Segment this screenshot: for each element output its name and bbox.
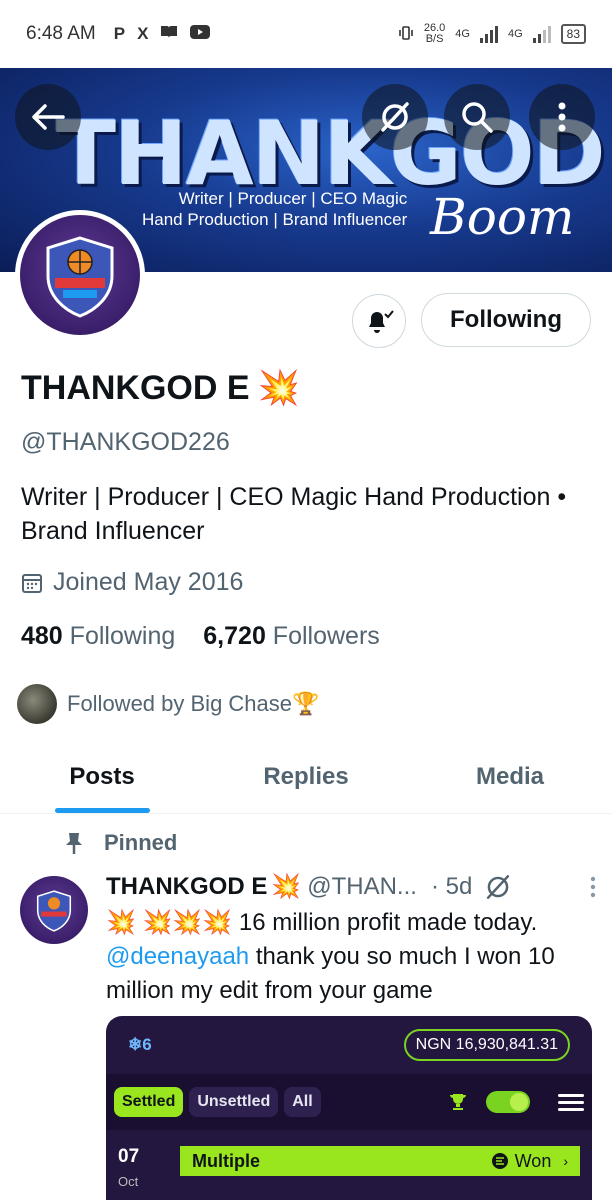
follow-stats: 480 Following 6,720 Followers xyxy=(21,622,380,651)
balance-pill: NGN 16,930,841.31 xyxy=(403,1029,570,1061)
basketball-logo-icon xyxy=(36,890,72,932)
status-app-icons: P X xyxy=(114,24,211,44)
youtube-icon xyxy=(190,24,211,44)
banner-script-text: Boom xyxy=(430,188,575,246)
collision-emoji: 💥 xyxy=(257,369,300,407)
signal-icon xyxy=(479,25,498,43)
bell-check-icon xyxy=(369,310,394,333)
signal-icon-2 xyxy=(532,25,551,43)
followers-count-link[interactable]: 6,720 Followers xyxy=(203,622,380,651)
search-button[interactable] xyxy=(444,84,510,150)
search-icon xyxy=(462,102,493,133)
basketball-logo-icon xyxy=(46,236,114,318)
embed-tab-all: All xyxy=(284,1087,321,1117)
collision-emoji: 💥 xyxy=(271,873,302,900)
bet-date: 07 Oct xyxy=(118,1146,140,1189)
post-author-name[interactable]: THANKGOD E xyxy=(106,873,267,901)
net-speed: 26.0 B/S xyxy=(423,22,446,45)
x-app-icon: X xyxy=(137,24,149,43)
more-vertical-icon xyxy=(558,102,566,132)
status-bar: 6:48 AM P X 26.0 B/S 4G 4G 83 xyxy=(0,0,612,68)
more-options-button[interactable] xyxy=(529,84,595,150)
profile-handle: @THANKGOD226 xyxy=(21,428,230,456)
following-button[interactable]: Following xyxy=(421,293,591,347)
tab-posts[interactable]: Posts xyxy=(0,740,204,813)
joined-date: Joined May 2016 xyxy=(21,568,243,597)
post-media-image[interactable]: ❄6 NGN 16,930,841.31 Settled Unsettled A… xyxy=(106,1016,592,1200)
profile-avatar[interactable] xyxy=(15,210,145,340)
tab-replies[interactable]: Replies xyxy=(204,740,408,813)
grok-icon[interactable] xyxy=(484,873,512,901)
mention-link[interactable]: @deenayaah xyxy=(106,943,249,970)
pinned-label: Pinned xyxy=(64,830,177,856)
post-header: THANKGOD E 💥 @THAN... · 5d xyxy=(106,872,596,901)
post-more-icon[interactable] xyxy=(590,876,596,898)
network-type-2: 4G xyxy=(507,28,523,40)
profile-bio: Writer | Producer | CEO Magic Hand Produ… xyxy=(21,483,567,545)
followed-by[interactable]: Followed by Big Chase🏆 xyxy=(17,684,319,724)
grok-button[interactable] xyxy=(362,84,428,150)
bet-bar: Multiple Won › xyxy=(180,1146,580,1176)
post-author-avatar[interactable] xyxy=(20,876,88,944)
embed-tab-settled: Settled xyxy=(114,1087,184,1117)
back-arrow-icon xyxy=(32,104,65,130)
embed-bet-row: 07 Oct Multiple Won › xyxy=(106,1146,592,1189)
post-time[interactable]: · 5d xyxy=(431,873,472,901)
banner-subtitle: Writer | Producer | CEO Magic Hand Produ… xyxy=(142,189,408,229)
embed-tabs: Settled Unsettled All xyxy=(106,1074,592,1130)
vibrate-icon xyxy=(398,25,414,44)
embed-toggle xyxy=(486,1091,530,1113)
pin-icon xyxy=(66,833,82,854)
following-count-link[interactable]: 480 Following xyxy=(21,622,175,651)
profile-tabs: Posts Replies Media xyxy=(0,740,612,814)
post-author-handle[interactable]: @THAN... xyxy=(307,873,417,901)
status-indicators: 26.0 B/S 4G 4G 83 xyxy=(398,23,586,45)
back-button[interactable] xyxy=(15,84,81,150)
trophy-icon xyxy=(450,1094,466,1110)
calendar-icon xyxy=(22,573,42,593)
profile-display-name: THANKGOD E 💥 xyxy=(21,368,300,408)
embed-tab-unsettled: Unsettled xyxy=(189,1087,279,1117)
active-tab-indicator xyxy=(55,808,150,813)
book-icon xyxy=(160,24,178,44)
hamburger-icon xyxy=(558,1090,584,1115)
network-type-1: 4G xyxy=(455,28,470,40)
embed-header: ❄6 NGN 16,930,841.31 xyxy=(106,1016,592,1074)
notifications-button[interactable] xyxy=(352,294,406,348)
bet-status: Won › xyxy=(491,1151,568,1172)
post-text: 💥 💥💥💥 16 million profit made today. @dee… xyxy=(106,909,555,1004)
follower-avatar xyxy=(17,684,57,724)
ticket-icon xyxy=(491,1153,508,1169)
grok-icon xyxy=(381,102,409,132)
tab-media[interactable]: Media xyxy=(408,740,612,813)
battery-indicator: 83 xyxy=(560,24,586,44)
snow-count: ❄6 xyxy=(128,1035,152,1054)
status-time: 6:48 AM xyxy=(26,23,96,44)
p-app-icon: P xyxy=(113,24,126,43)
